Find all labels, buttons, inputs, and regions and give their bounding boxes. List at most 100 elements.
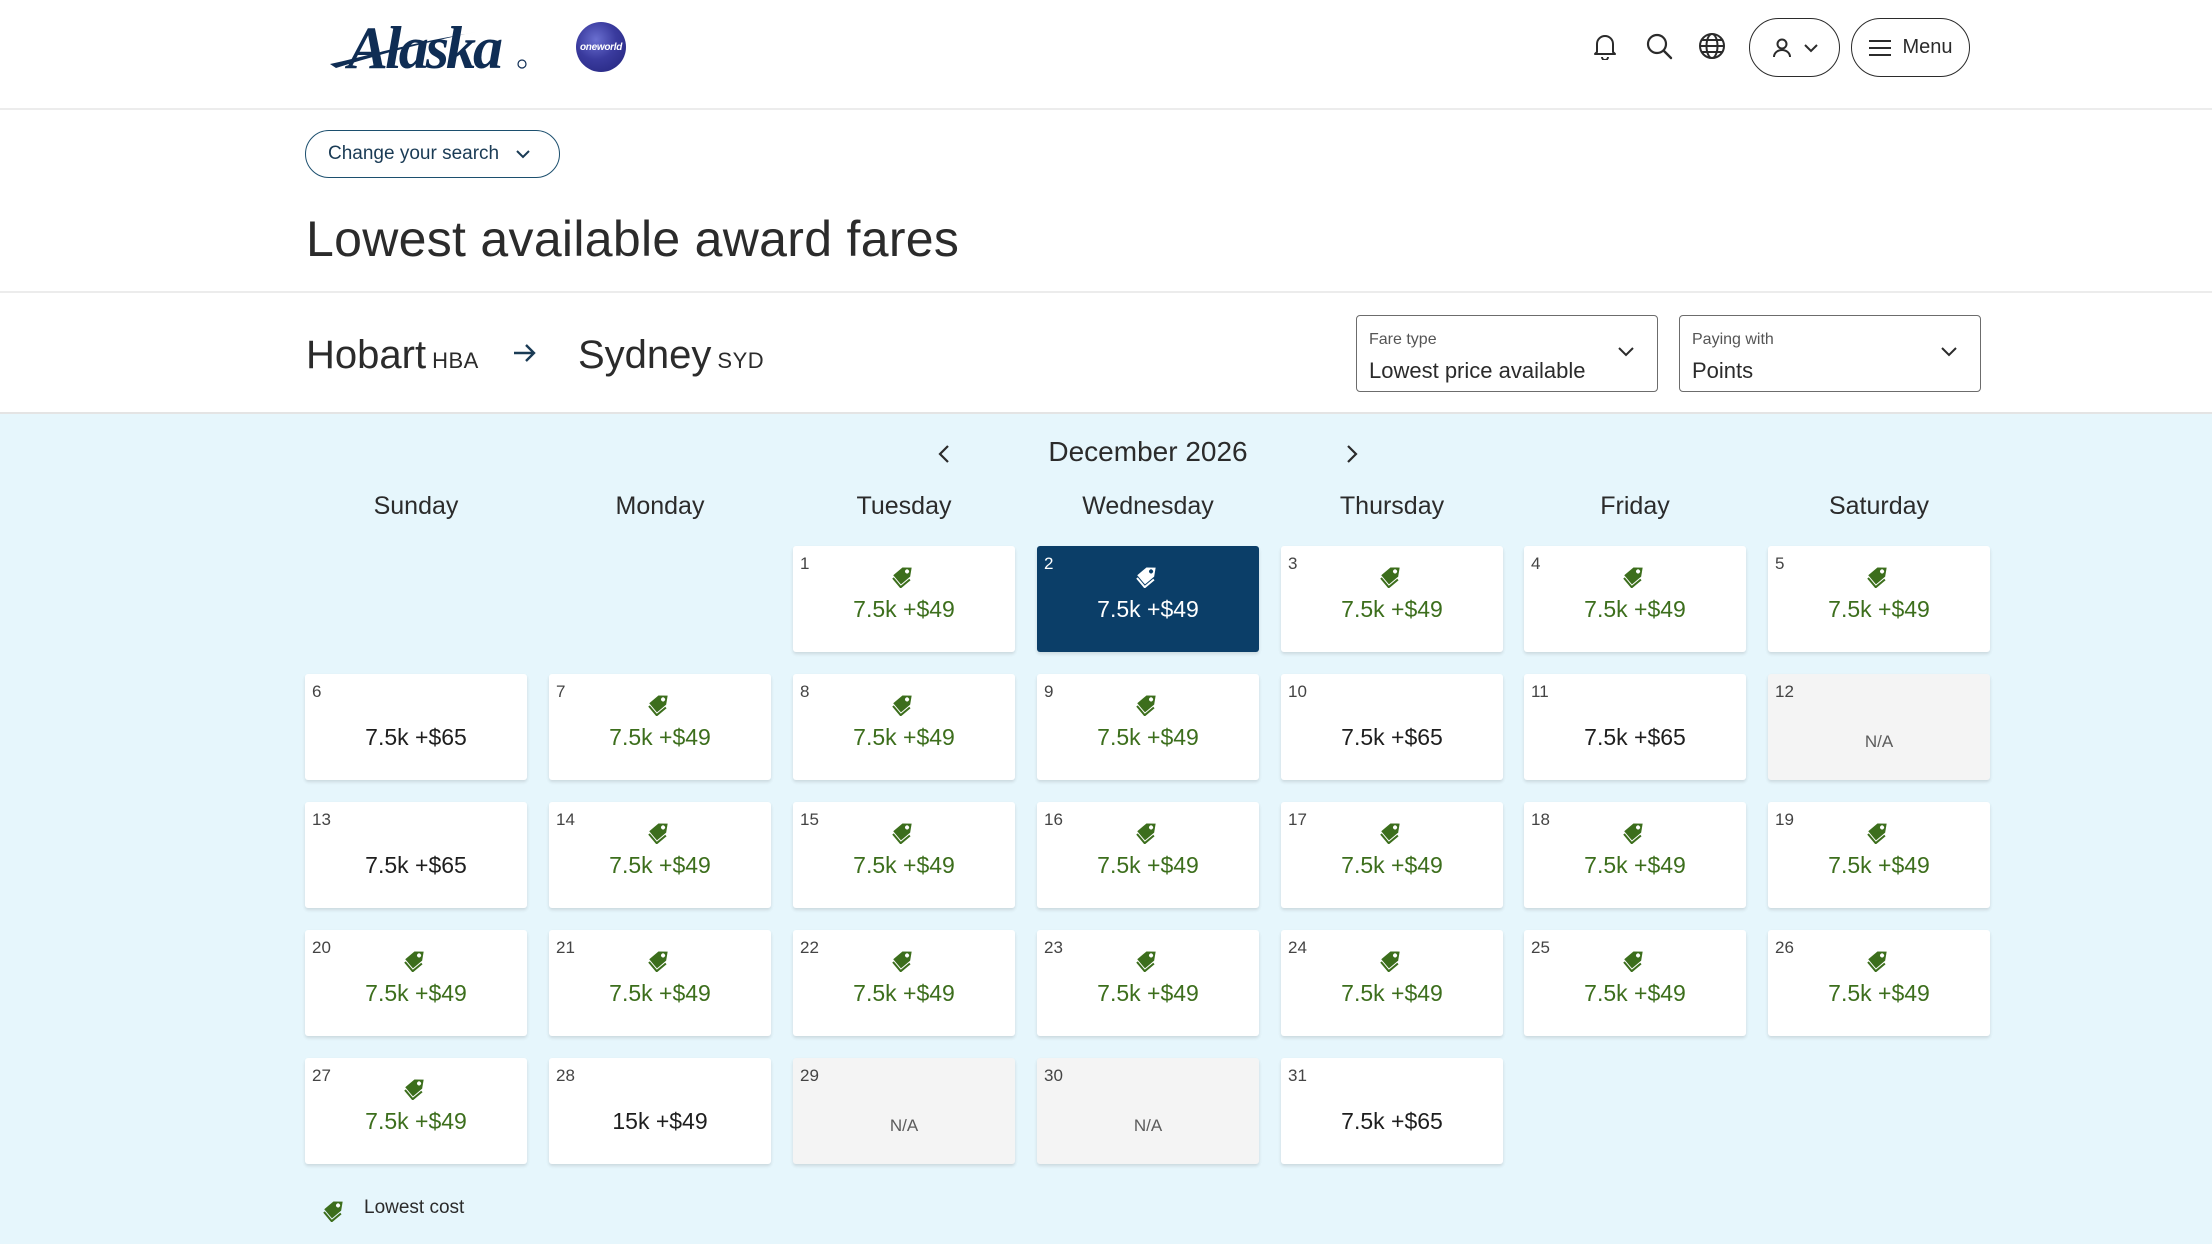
price-tag-icon bbox=[1377, 816, 1407, 845]
fare-price: 7.5k +$49 bbox=[609, 980, 711, 1006]
calendar-day[interactable]: 27 7.5k +$49 bbox=[305, 1058, 527, 1164]
user-icon bbox=[1772, 38, 1791, 57]
fare-price: 7.5k +$65 bbox=[365, 852, 467, 878]
fare-price: 7.5k +$49 bbox=[1341, 596, 1443, 622]
previous-month-chevron-left-icon[interactable] bbox=[932, 442, 956, 466]
price-tag-icon bbox=[1620, 944, 1650, 973]
price-tag-icon bbox=[645, 688, 675, 717]
weekday-label: Wednesday bbox=[1082, 492, 1214, 520]
fare-price: 7.5k +$65 bbox=[1341, 724, 1443, 750]
day-number: 6 bbox=[312, 682, 322, 701]
calendar-month: December 2026 bbox=[1048, 436, 1248, 467]
notifications-bell-icon[interactable] bbox=[1587, 28, 1623, 64]
calendar-day[interactable]: 28 15k +$49 bbox=[549, 1058, 771, 1164]
chevron-down-icon bbox=[1618, 347, 1634, 357]
fare-price: 15k +$49 bbox=[612, 1108, 708, 1134]
day-number: 14 bbox=[556, 810, 575, 829]
calendar-day: 12 N/A bbox=[1768, 674, 1990, 780]
oneworld-logo: oneworld bbox=[576, 22, 626, 72]
weekday-label: Saturday bbox=[1828, 492, 1930, 520]
fare-unavailable: N/A bbox=[1133, 1116, 1163, 1135]
fare-price: 7.5k +$65 bbox=[1584, 724, 1686, 750]
fare-type-select[interactable]: Fare type Lowest price available bbox=[1356, 315, 1658, 392]
change-search-button[interactable]: Change your search bbox=[305, 130, 560, 178]
calendar-day[interactable]: 17 7.5k +$49 bbox=[1281, 802, 1503, 908]
day-number: 27 bbox=[312, 1066, 331, 1085]
weekday-label: Sunday bbox=[373, 492, 459, 520]
fare-price: 7.5k +$49 bbox=[853, 724, 955, 750]
calendar-day[interactable]: 8 7.5k +$49 bbox=[793, 674, 1015, 780]
calendar-day[interactable]: 26 7.5k +$49 bbox=[1768, 930, 1990, 1036]
chevron-down-icon bbox=[1803, 43, 1818, 52]
calendar-day[interactable]: 22 7.5k +$49 bbox=[793, 930, 1015, 1036]
origin-city: Hobart HBA bbox=[306, 333, 479, 378]
day-number: 17 bbox=[1288, 810, 1307, 829]
weekday-label: Tuesday bbox=[856, 492, 952, 520]
price-tag-icon bbox=[1377, 944, 1407, 973]
day-number: 8 bbox=[800, 682, 810, 701]
page-title: Lowest available award fares bbox=[306, 211, 960, 267]
price-tag-icon bbox=[1620, 560, 1650, 589]
calendar-day[interactable]: 15 7.5k +$49 bbox=[793, 802, 1015, 908]
calendar-day[interactable]: 18 7.5k +$49 bbox=[1524, 802, 1746, 908]
day-number: 4 bbox=[1531, 554, 1541, 573]
calendar-day[interactable]: 6 7.5k +$65 bbox=[305, 674, 527, 780]
calendar-day[interactable]: 3 7.5k +$49 bbox=[1281, 546, 1503, 652]
fare-price: 7.5k +$49 bbox=[1097, 852, 1199, 878]
price-tag-icon bbox=[1377, 560, 1407, 589]
chevron-down-icon bbox=[516, 150, 530, 159]
fare-price: 7.5k +$49 bbox=[1584, 596, 1686, 622]
day-number: 18 bbox=[1531, 810, 1550, 829]
calendar-day[interactable]: 25 7.5k +$49 bbox=[1524, 930, 1746, 1036]
calendar-day[interactable]: 4 7.5k +$49 bbox=[1524, 546, 1746, 652]
day-number: 7 bbox=[556, 682, 566, 701]
calendar-day[interactable]: 13 7.5k +$65 bbox=[305, 802, 527, 908]
calendar-day[interactable]: 7 7.5k +$49 bbox=[549, 674, 771, 780]
main-menu-button[interactable]: Menu bbox=[1851, 18, 1970, 77]
globe-language-icon[interactable] bbox=[1694, 28, 1730, 64]
calendar-day[interactable]: 20 7.5k +$49 bbox=[305, 930, 527, 1036]
legend: Lowest cost bbox=[320, 1194, 464, 1222]
calendar-day[interactable]: 16 7.5k +$49 bbox=[1037, 802, 1259, 908]
calendar-day[interactable]: 5 7.5k +$49 bbox=[1768, 546, 1990, 652]
site-header: Alaska oneworld Menu bbox=[0, 0, 2212, 110]
weekday-label: Thursday bbox=[1339, 492, 1445, 520]
price-tag-icon bbox=[401, 1072, 431, 1101]
route-bar: Hobart HBA Sydney SYD Fare type Lowest pri… bbox=[0, 291, 2212, 414]
origin-city-name: Hobart bbox=[306, 333, 427, 377]
day-number: 31 bbox=[1288, 1066, 1307, 1085]
destination-city-name: Sydney bbox=[578, 333, 712, 377]
calendar-day[interactable]: 31 7.5k +$65 bbox=[1281, 1058, 1503, 1164]
price-tag-icon bbox=[889, 560, 919, 589]
calendar-day[interactable]: 19 7.5k +$49 bbox=[1768, 802, 1990, 908]
fare-price: 7.5k +$49 bbox=[1097, 596, 1199, 622]
paying-with-select[interactable]: Paying with Points bbox=[1679, 315, 1981, 392]
fare-price: 7.5k +$49 bbox=[1341, 852, 1443, 878]
weekday-label: Friday bbox=[1600, 492, 1670, 520]
day-number: 10 bbox=[1288, 682, 1307, 701]
calendar-day[interactable]: 21 7.5k +$49 bbox=[549, 930, 771, 1036]
calendar-day[interactable]: 14 7.5k +$49 bbox=[549, 802, 771, 908]
price-tag-icon bbox=[1133, 560, 1163, 589]
calendar-day[interactable]: 23 7.5k +$49 bbox=[1037, 930, 1259, 1036]
calendar-day[interactable]: 11 7.5k +$65 bbox=[1524, 674, 1746, 780]
price-tag-icon bbox=[889, 688, 919, 717]
oneworld-wordmark: oneworld bbox=[579, 41, 623, 53]
price-tag-icon bbox=[323, 1201, 343, 1222]
calendar-day[interactable]: 10 7.5k +$65 bbox=[1281, 674, 1503, 780]
day-number: 2 bbox=[1044, 554, 1054, 573]
next-month-chevron-right-icon[interactable] bbox=[1340, 442, 1364, 466]
fare-price: 7.5k +$49 bbox=[1097, 724, 1199, 750]
paying-with-value: Points bbox=[1692, 358, 1754, 383]
price-tag-icon bbox=[1864, 944, 1894, 973]
account-menu-button[interactable] bbox=[1749, 18, 1840, 77]
price-tag-icon bbox=[889, 816, 919, 845]
fare-price: 7.5k +$49 bbox=[609, 724, 711, 750]
alaska-logo[interactable]: Alaska bbox=[326, 12, 532, 82]
calendar-day[interactable]: 1 7.5k +$49 bbox=[793, 546, 1015, 652]
arrow-right-icon bbox=[514, 344, 536, 362]
calendar-day[interactable]: 9 7.5k +$49 bbox=[1037, 674, 1259, 780]
calendar-day-selected[interactable]: 2 7.5k +$49 bbox=[1037, 546, 1259, 652]
search-icon[interactable] bbox=[1641, 28, 1677, 64]
calendar-day[interactable]: 24 7.5k +$49 bbox=[1281, 930, 1503, 1036]
